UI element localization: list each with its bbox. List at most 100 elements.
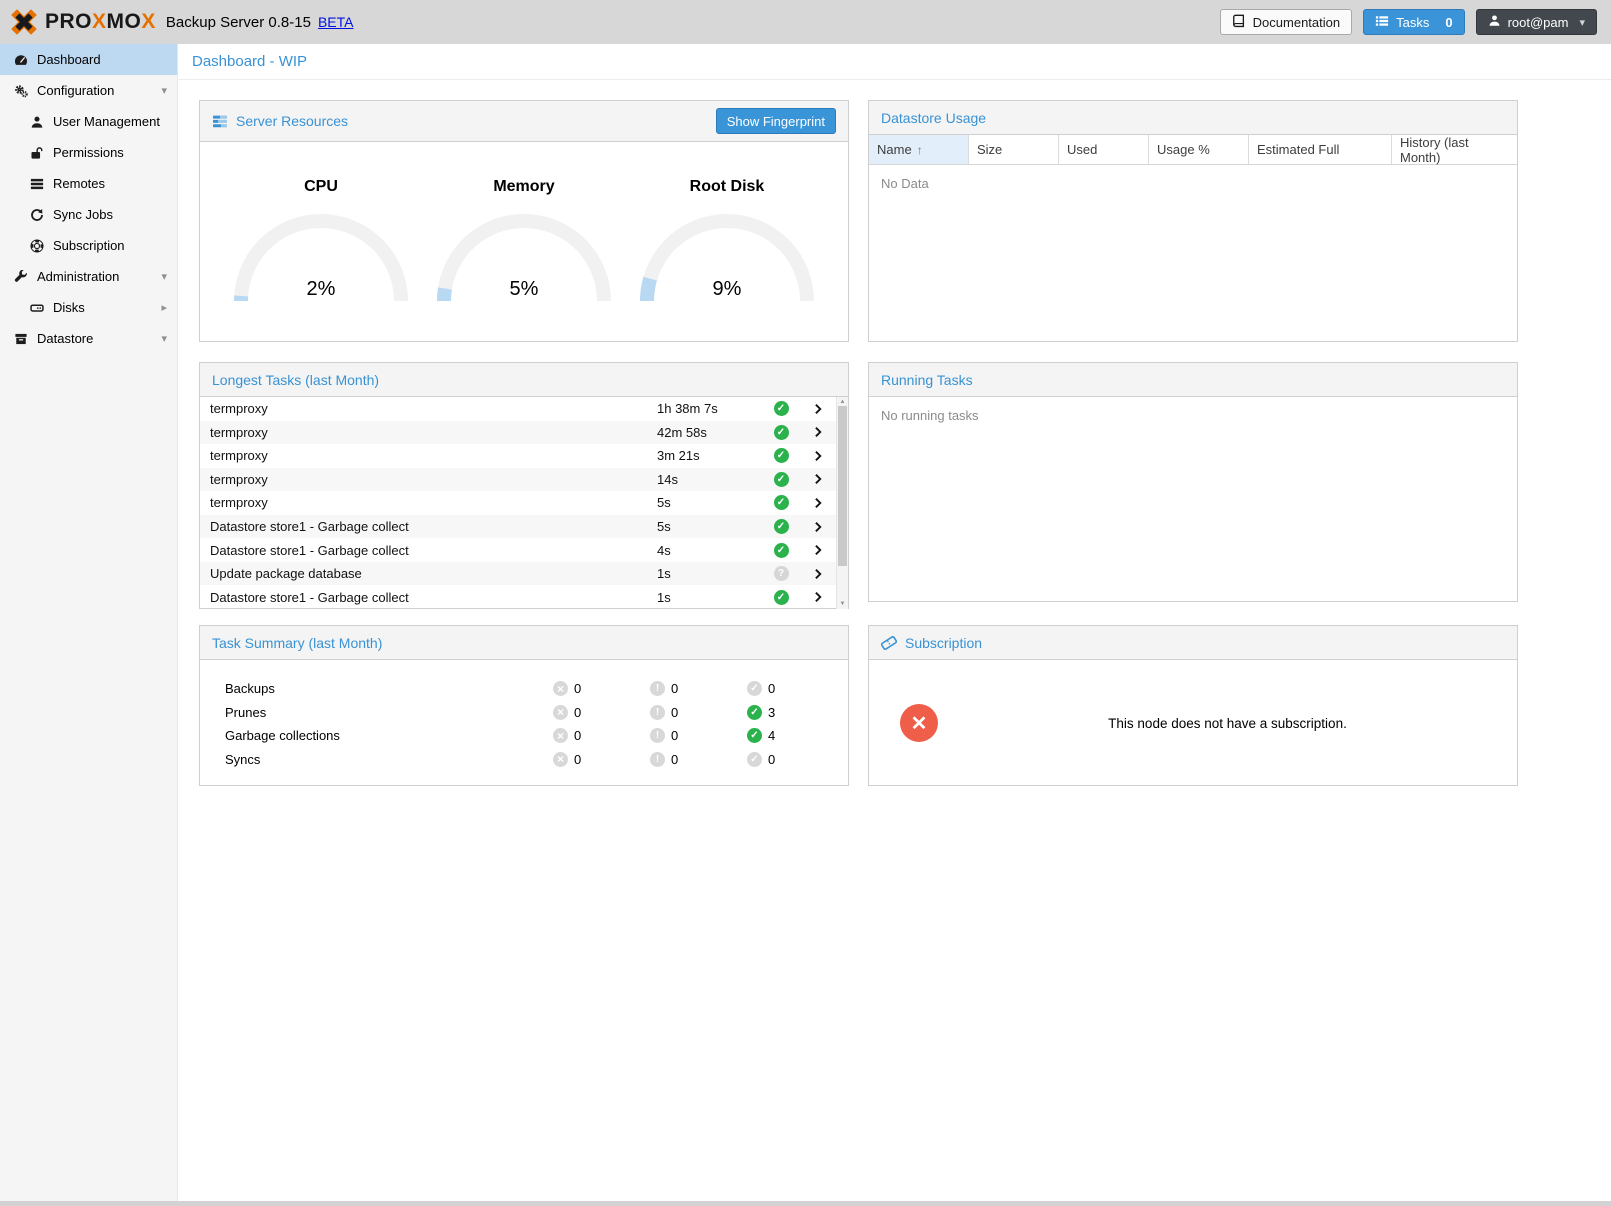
- sidebar-item-permissions[interactable]: Permissions: [0, 137, 177, 168]
- sidebar-item-disks[interactable]: Disks: [0, 292, 177, 323]
- column-header[interactable]: Name: [869, 135, 969, 164]
- task-type-label: Backups: [225, 681, 553, 696]
- column-header[interactable]: Used: [1059, 135, 1149, 164]
- task-row[interactable]: termproxy 3m 21s: [200, 444, 836, 468]
- cpu-gauge-value: 2%: [226, 278, 416, 301]
- memory-gauge-value: 5%: [429, 278, 619, 301]
- longest-tasks-panel: Longest Tasks (last Month) termproxy 1h …: [199, 362, 849, 609]
- datastore-usage-panel: Datastore Usage Name Size Used Usage %: [868, 100, 1518, 342]
- task-status-icon: [774, 448, 789, 463]
- task-name: Datastore store1 - Garbage collect: [200, 519, 657, 534]
- task-row[interactable]: Update package database 1s: [200, 562, 836, 586]
- ok-circle-icon: [747, 681, 762, 696]
- error-circle-icon: [553, 705, 568, 720]
- cpu-gauge: CPU 2%: [226, 142, 416, 306]
- task-open-chevron-icon[interactable]: [800, 426, 836, 438]
- scrollbar-thumb[interactable]: [838, 406, 847, 566]
- task-summary-row: Syncs 0 0 0: [200, 748, 848, 772]
- scrollbar[interactable]: ▲ ▼: [836, 397, 848, 609]
- task-type-label: Syncs: [225, 752, 553, 767]
- sidebar-group-configuration[interactable]: Configuration: [0, 75, 177, 106]
- task-row[interactable]: termproxy 14s: [200, 468, 836, 492]
- task-row[interactable]: Datastore store1 - Garbage collect 1s: [200, 585, 836, 609]
- sidebar-item-subscription[interactable]: Subscription: [0, 230, 177, 261]
- task-row[interactable]: termproxy 1h 38m 7s: [200, 397, 836, 421]
- sidebar: Dashboard Configuration User Management …: [0, 44, 178, 1201]
- column-header[interactable]: History (last Month): [1392, 135, 1517, 164]
- top-header: PROXMOX Backup Server 0.8-15 BETA Docume…: [0, 0, 1611, 44]
- chevron-down-icon[interactable]: [161, 270, 167, 283]
- task-duration: 1s: [657, 590, 762, 605]
- chevron-right-icon[interactable]: [161, 301, 167, 314]
- proxmox-logo: PROXMOX: [10, 8, 156, 36]
- main-content: Dashboard - WIP Server Resources Show Fi…: [179, 44, 1611, 1201]
- chevron-down-icon[interactable]: [161, 332, 167, 345]
- sidebar-item-user-management[interactable]: User Management: [0, 106, 177, 137]
- task-row[interactable]: termproxy 42m 58s: [200, 421, 836, 445]
- warning-circle-icon: [650, 705, 665, 720]
- task-row[interactable]: Datastore store1 - Garbage collect 5s: [200, 515, 836, 539]
- hdd-icon: [28, 300, 45, 316]
- warning-circle-icon: [650, 681, 665, 696]
- wrench-icon: [12, 269, 29, 285]
- sidebar-group-datastore[interactable]: Datastore: [0, 323, 177, 354]
- server-resources-panel: Server Resources Show Fingerprint CPU 2%…: [199, 100, 849, 342]
- ticket-icon: [881, 635, 897, 651]
- user-menu-button[interactable]: root@pam: [1476, 9, 1597, 35]
- task-name: Datastore store1 - Garbage collect: [200, 590, 657, 605]
- task-duration: 1s: [657, 566, 762, 581]
- user-icon: [1488, 14, 1501, 30]
- sort-asc-icon: [917, 143, 923, 157]
- page-title: Dashboard - WIP: [179, 44, 1611, 80]
- warning-circle-icon: [650, 752, 665, 767]
- task-duration: 42m 58s: [657, 425, 762, 440]
- column-header[interactable]: Estimated Full: [1249, 135, 1392, 164]
- no-running-tasks-label: No running tasks: [869, 397, 1517, 434]
- task-status-icon: [774, 425, 789, 440]
- task-open-chevron-icon[interactable]: [800, 568, 836, 580]
- documentation-button[interactable]: Documentation: [1220, 9, 1352, 35]
- sidebar-group-administration[interactable]: Administration: [0, 261, 177, 292]
- task-open-chevron-icon[interactable]: [800, 403, 836, 415]
- task-row[interactable]: termproxy 5s: [200, 491, 836, 515]
- memory-gauge: Memory 5%: [429, 142, 619, 306]
- warning-count: 0: [671, 728, 678, 743]
- server-bars-icon: [212, 113, 228, 129]
- beta-link[interactable]: BETA: [318, 14, 354, 30]
- window-bottom-edge: [0, 1201, 1611, 1206]
- task-duration: 1h 38m 7s: [657, 401, 762, 416]
- task-open-chevron-icon[interactable]: [800, 544, 836, 556]
- task-open-chevron-icon[interactable]: [800, 591, 836, 603]
- gears-icon: [12, 83, 29, 99]
- scroll-down-icon[interactable]: ▼: [837, 599, 848, 609]
- product-version-label: Backup Server 0.8-15: [166, 14, 311, 31]
- ok-count: 4: [768, 728, 775, 743]
- sidebar-item-sync-jobs[interactable]: Sync Jobs: [0, 199, 177, 230]
- unlock-icon: [28, 145, 45, 161]
- column-header[interactable]: Usage %: [1149, 135, 1249, 164]
- task-open-chevron-icon[interactable]: [800, 497, 836, 509]
- sidebar-item-remotes[interactable]: Remotes: [0, 168, 177, 199]
- task-open-chevron-icon[interactable]: [800, 450, 836, 462]
- book-icon: [1232, 14, 1246, 31]
- sidebar-item-dashboard[interactable]: Dashboard: [0, 44, 177, 75]
- task-status-icon: [774, 401, 789, 416]
- task-name: termproxy: [200, 495, 657, 510]
- column-header[interactable]: Size: [969, 135, 1059, 164]
- warning-count: 0: [671, 752, 678, 767]
- task-open-chevron-icon[interactable]: [800, 473, 836, 485]
- task-summary-row: Garbage collections 0 0 4: [200, 724, 848, 748]
- task-row[interactable]: Datastore store1 - Garbage collect 4s: [200, 538, 836, 562]
- show-fingerprint-button[interactable]: Show Fingerprint: [716, 108, 836, 134]
- tasks-button[interactable]: Tasks 0: [1363, 9, 1464, 35]
- proxmox-wordmark: PROXMOX: [45, 10, 156, 34]
- running-tasks-title: Running Tasks: [881, 372, 973, 388]
- no-data-label: No Data: [869, 165, 1517, 202]
- task-type-label: Prunes: [225, 705, 553, 720]
- chevron-down-icon: [1579, 16, 1585, 29]
- task-open-chevron-icon[interactable]: [800, 521, 836, 533]
- task-duration: 5s: [657, 519, 762, 534]
- no-subscription-x-icon: [900, 704, 938, 742]
- root-disk-gauge-value: 9%: [632, 278, 822, 301]
- chevron-down-icon[interactable]: [161, 84, 167, 97]
